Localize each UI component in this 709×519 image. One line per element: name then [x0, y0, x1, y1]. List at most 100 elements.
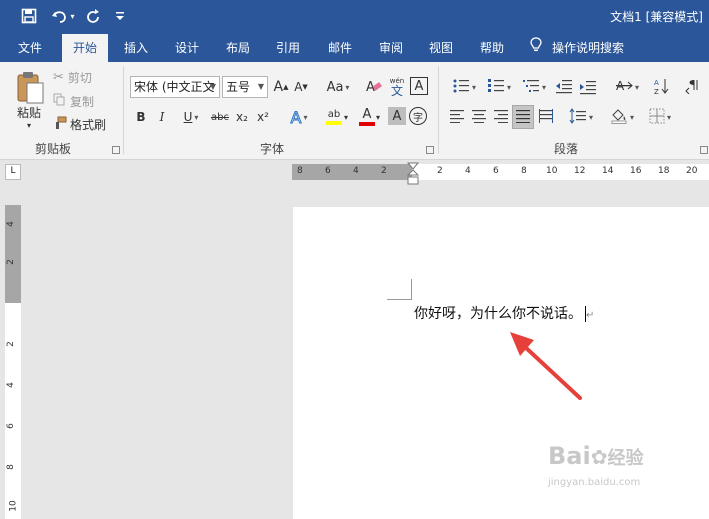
svg-text:Z: Z [654, 88, 659, 95]
customize-icon[interactable] [113, 5, 127, 27]
svg-text:A: A [654, 79, 659, 87]
font-size-value: 五号 [226, 80, 251, 94]
highlighter-icon: ab [327, 109, 341, 120]
font-name-combo[interactable]: 宋体 (中文正文 ▼ [130, 76, 220, 98]
lightbulb-icon [530, 35, 542, 63]
align-right-button[interactable] [491, 106, 511, 128]
text-effects-button[interactable]: A ▾ [284, 106, 314, 128]
clipboard-launcher-icon[interactable] [112, 146, 120, 154]
font-group-label: 字体 [260, 142, 285, 156]
format-painter-icon [53, 116, 67, 133]
borders-button[interactable]: ▾ [643, 106, 677, 128]
chevron-down-icon: ▼ [257, 82, 264, 91]
save-icon[interactable] [18, 5, 40, 27]
tab-design[interactable]: 设计 [165, 34, 209, 62]
ruler-tick-label: 4 [465, 166, 471, 176]
font-launcher-icon[interactable] [426, 146, 434, 154]
multilevel-list-button[interactable]: ▾ [517, 76, 551, 98]
italic-button[interactable]: I [153, 106, 171, 128]
bold-button[interactable]: B [132, 106, 150, 128]
bold-icon: B [136, 110, 146, 124]
ruler-tick-label: 2 [5, 341, 16, 347]
clipboard-group-label: 剪贴板 [35, 142, 72, 156]
group-separator [438, 66, 439, 154]
phonetic-guide-button[interactable]: wén 文 [386, 74, 408, 100]
undo-icon[interactable]: ▾ [48, 5, 78, 27]
asian-layout-icon: A [615, 78, 633, 97]
tab-help[interactable]: 帮助 [470, 34, 514, 62]
tab-home[interactable]: 开始 [62, 34, 108, 63]
document-title: 文档1 [兼容模式] [610, 10, 703, 24]
vertical-ruler[interactable]: 4 2 2 4 6 8 10 [5, 205, 21, 519]
baidu-jingyan-watermark: Bai✿经验 jingyan.baidu.com [548, 442, 688, 498]
grow-font-button[interactable]: A ▲ [272, 76, 290, 98]
chevron-down-icon[interactable]: ▾ [342, 112, 350, 122]
redo-icon[interactable] [83, 5, 103, 27]
ruler-tick-label: 8 [521, 166, 527, 176]
ruler-tick-label: 12 [574, 166, 586, 176]
chevron-down-icon[interactable]: ▾ [374, 112, 382, 122]
character-border-button[interactable]: A [410, 77, 428, 95]
ruler-tick-label: 6 [493, 166, 499, 176]
character-shading-button[interactable]: A [388, 107, 406, 125]
paste-dropdown-icon[interactable]: ▾ [24, 120, 34, 130]
align-center-button[interactable] [469, 106, 489, 128]
sort-button[interactable]: AZ [652, 76, 672, 98]
numbering-button[interactable]: ▾ [482, 76, 516, 98]
increase-indent-icon[interactable] [578, 76, 598, 98]
change-case-button[interactable]: Aa ▾ [322, 76, 354, 98]
tab-view[interactable]: 视图 [419, 34, 463, 62]
copy-button[interactable]: 复制 [53, 92, 103, 110]
tab-mailings[interactable]: 邮件 [318, 34, 362, 62]
superscript-button[interactable]: x² [254, 106, 272, 128]
justify-button[interactable] [512, 105, 534, 129]
distributed-button[interactable] [536, 106, 556, 128]
font-size-combo[interactable]: 五号 ▼ [222, 76, 268, 98]
ruler-tick-label: 6 [5, 423, 16, 429]
character-border-icon: A [414, 78, 424, 94]
show-marks-button[interactable] [682, 76, 702, 98]
horizontal-ruler[interactable]: 8 6 4 2 2 4 6 8 10 12 14 16 18 20 [292, 164, 709, 180]
distributed-icon [538, 108, 554, 126]
ruler-top-margin [5, 205, 21, 303]
bullets-button[interactable]: ▾ [447, 76, 481, 98]
ruler-tick-label: 10 [8, 500, 19, 512]
underline-button[interactable]: U ▾ [174, 106, 208, 128]
tab-review[interactable]: 审阅 [369, 34, 413, 62]
ruler-tick-label: 2 [5, 259, 16, 265]
tab-layout[interactable]: 布局 [216, 34, 260, 62]
strikethrough-button[interactable]: abc [209, 106, 231, 128]
subscript-button[interactable]: x₂ [233, 106, 251, 128]
align-left-button[interactable] [447, 106, 467, 128]
shrink-font-button[interactable]: A ▼ [292, 76, 310, 98]
paste-icon[interactable] [10, 68, 50, 108]
tab-file[interactable]: 文件 [8, 34, 52, 62]
ruler-tick-label: 2 [437, 166, 443, 176]
chevron-down-icon: ▼ [209, 82, 216, 91]
cut-button[interactable]: ✂ 剪切 [53, 68, 103, 86]
paragraph-launcher-icon[interactable] [700, 146, 708, 154]
enclose-characters-button[interactable]: 字 [409, 107, 427, 125]
decrease-indent-button[interactable] [554, 76, 574, 98]
tell-me-search[interactable]: 操作说明搜索 [530, 34, 640, 62]
tab-insert[interactable]: 插入 [114, 34, 158, 62]
paint-bucket-icon [610, 108, 628, 127]
shading-button[interactable]: ▾ [606, 106, 638, 128]
line-spacing-button[interactable]: ▾ [566, 106, 596, 128]
cut-label: 剪切 [67, 70, 92, 85]
tab-references[interactable]: 引用 [266, 34, 310, 62]
justify-icon [515, 109, 531, 126]
indent-marker-icon[interactable] [406, 162, 420, 191]
paste-button[interactable]: 粘贴 [13, 104, 45, 120]
tab-stop-icon: L [10, 166, 16, 176]
ruler-tick-label: 6 [325, 166, 331, 176]
decrease-indent-icon [555, 78, 573, 97]
asian-layout-button[interactable]: A ▾ [610, 76, 644, 98]
clear-formatting-button[interactable]: A [364, 76, 384, 98]
annotation-arrow-icon [510, 332, 582, 400]
italic-icon: I [159, 110, 165, 124]
change-case-icon: Aa [326, 79, 344, 95]
numbering-icon [487, 78, 505, 97]
format-painter-button[interactable]: 格式刷 [53, 115, 113, 133]
tab-selector[interactable]: L [5, 164, 21, 180]
